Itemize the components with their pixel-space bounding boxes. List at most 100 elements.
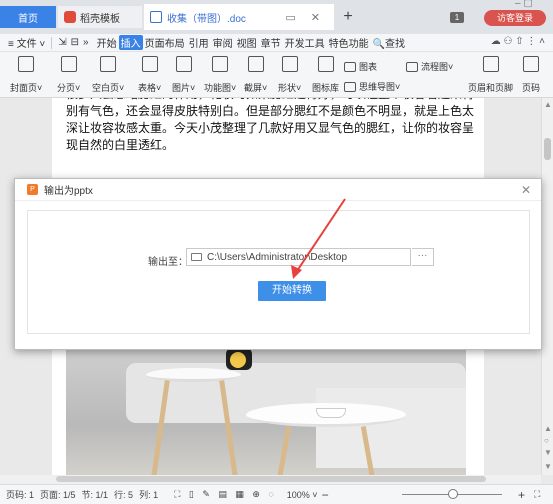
tab-close-icon[interactable]: ▭ ✕	[285, 11, 326, 24]
document-icon	[150, 11, 162, 23]
menu-insert[interactable]: 插入	[118, 35, 143, 50]
browse-button[interactable]: ···	[412, 248, 434, 266]
folder-icon	[191, 253, 202, 261]
tab-document[interactable]: 收集（带图）.doc ▭ ✕	[144, 4, 334, 30]
function-image-label: 功能图˅	[204, 83, 237, 93]
status-line: 行: 5	[114, 490, 134, 500]
open-icon[interactable]: ⇲	[56, 37, 68, 48]
status-page-number: 页码: 1	[6, 490, 35, 500]
close-icon[interactable]: ✕	[521, 183, 531, 197]
menu-file[interactable]: ≡ 文件 ˅	[6, 35, 47, 50]
mind-map-label: 思维导图˅	[359, 82, 401, 92]
blank-page-label: 空白页˅	[92, 83, 125, 93]
zoom-in-button[interactable]: +	[518, 488, 525, 502]
picture-label: 图片˅	[172, 83, 196, 93]
scroll-up-icon[interactable]: ▲	[544, 100, 552, 109]
picture-button[interactable]: 图片˅	[172, 56, 195, 94]
menu-start[interactable]: 开始	[95, 35, 119, 50]
title-bar: 首页 稻壳模板 收集（带图）.doc ▭ ✕ + 1 访客登录 – ▢	[0, 0, 553, 34]
menu-review[interactable]: 审阅	[211, 35, 235, 50]
divider	[51, 36, 53, 49]
output-to-label: 输出至：	[148, 257, 188, 268]
zoom-level[interactable]: 100% ˅	[287, 490, 318, 500]
cup-shape	[316, 408, 346, 418]
menu-view[interactable]: 视图	[235, 35, 259, 50]
clock-face-shape	[230, 352, 246, 368]
chart-button[interactable]: 图表	[344, 60, 377, 73]
menu-developer[interactable]: 开发工具	[283, 35, 327, 50]
page-number-icon	[523, 56, 539, 72]
shape-label: 形状˅	[278, 83, 302, 93]
blank-page-icon	[100, 56, 117, 72]
cover-page-label: 封面页˅	[10, 83, 43, 93]
dialog-body: 输出至： C:\Users\Administrator\Desktop ··· …	[27, 210, 530, 334]
status-column: 列: 1	[139, 490, 159, 500]
shape-icon	[281, 56, 298, 72]
scroll-down-page-icon[interactable]: ▼	[544, 448, 552, 457]
header-footer-button[interactable]: 页眉和页脚	[468, 56, 513, 94]
menu-bar: ≡ 文件 ˅ ⇲ ⊟ » 开始 插入 页面布局 引用 审阅 视图 章节 开发工具…	[0, 34, 553, 52]
dialog-title: 输出为pptx	[44, 186, 93, 197]
flowchart-label: 流程图˅	[421, 62, 454, 72]
shape-button[interactable]: 形状˅	[278, 56, 301, 94]
header-footer-icon	[482, 56, 499, 72]
window-count-badge[interactable]: 1	[450, 12, 464, 23]
table-button[interactable]: 表格˅	[138, 56, 161, 94]
page-break-label: 分页˅	[57, 83, 81, 93]
mind-map-button[interactable]: 思维导图˅	[344, 80, 400, 93]
mind-map-icon	[344, 81, 356, 92]
table-label: 表格˅	[138, 83, 162, 93]
menu-page-layout[interactable]: 页面布局	[143, 35, 187, 50]
scroll-circle-icon[interactable]: ○	[544, 436, 549, 445]
page-number-label: 页码	[522, 83, 541, 93]
menu-reference[interactable]: 引用	[187, 35, 211, 50]
more-icon[interactable]: »	[81, 37, 91, 48]
fit-window-icon[interactable]: ⛶	[534, 489, 540, 500]
tab-home-label: 首页	[18, 13, 38, 25]
side-table-shape	[146, 368, 241, 382]
menu-right-icons[interactable]: ☁ ⚇ ⇧ ⋮ ˄	[491, 36, 545, 47]
screenshot-icon	[247, 56, 264, 72]
menu-special[interactable]: 特色功能	[327, 35, 371, 50]
scroll-up-page-icon[interactable]: ▲	[544, 424, 552, 433]
blank-page-button[interactable]: 空白页˅	[92, 56, 124, 94]
table-icon	[141, 56, 158, 72]
start-convert-button[interactable]: 开始转换	[258, 281, 326, 301]
vertical-scrollbar[interactable]: ▲ ▲ ○ ▼ ▼	[541, 98, 553, 475]
icon-library-icon	[317, 56, 334, 72]
page-break-button[interactable]: 分页˅	[57, 56, 80, 94]
vertical-scroll-thumb[interactable]	[544, 138, 551, 160]
cover-page-button[interactable]: 封面页˅	[10, 56, 42, 94]
tab-daoke-template[interactable]: 稻壳模板	[58, 6, 142, 28]
save-icon[interactable]: ⊟	[69, 37, 81, 48]
page-number-button[interactable]: 页码	[522, 56, 540, 94]
function-image-button[interactable]: 功能图˅	[204, 56, 236, 94]
flowchart-button[interactable]: 流程图˅	[406, 60, 453, 73]
menu-find[interactable]: 🔍查找	[371, 35, 407, 50]
icon-library-button[interactable]: 图标库	[312, 56, 339, 94]
zoom-slider-knob[interactable]	[448, 489, 458, 499]
status-pages[interactable]: 页面: 1/5	[40, 488, 76, 501]
sofa-arm-shape	[316, 388, 466, 468]
export-pptx-dialog: P 输出为pptx ✕ 输出至： C:\Users\Administrator\…	[14, 178, 542, 350]
screenshot-button[interactable]: 截屏˅	[244, 56, 267, 94]
scroll-down-icon[interactable]: ▼	[544, 462, 552, 471]
header-footer-label: 页眉和页脚	[468, 83, 514, 93]
icon-library-label: 图标库	[312, 83, 340, 93]
tab-home[interactable]: 首页	[0, 6, 56, 28]
red-arrow-annotation	[291, 198, 346, 279]
zoom-out-button[interactable]: −	[322, 488, 329, 502]
view-mode-icons[interactable]: ⛶ ▯ ✎ ▤ ▦ ⊕ ◌	[174, 489, 277, 500]
status-section: 节: 1/1	[81, 490, 109, 500]
document-photo[interactable]	[66, 348, 466, 475]
page-break-icon	[60, 56, 77, 72]
flowchart-icon	[406, 61, 418, 72]
document-paragraph[interactable]: 很多人会忽略腮红的作用，化妆时如果腮红选得好，可以让整个妆容看起来特别有气色，还…	[66, 98, 481, 154]
horizontal-scrollbar[interactable]	[0, 475, 541, 484]
horizontal-scroll-thumb[interactable]	[56, 476, 486, 482]
function-image-icon	[212, 56, 229, 72]
add-tab-button[interactable]: +	[338, 6, 358, 28]
window-controls[interactable]: – ▢	[515, 0, 533, 9]
menu-section[interactable]: 章节	[259, 35, 283, 50]
guest-login-button[interactable]: 访客登录	[484, 10, 546, 26]
